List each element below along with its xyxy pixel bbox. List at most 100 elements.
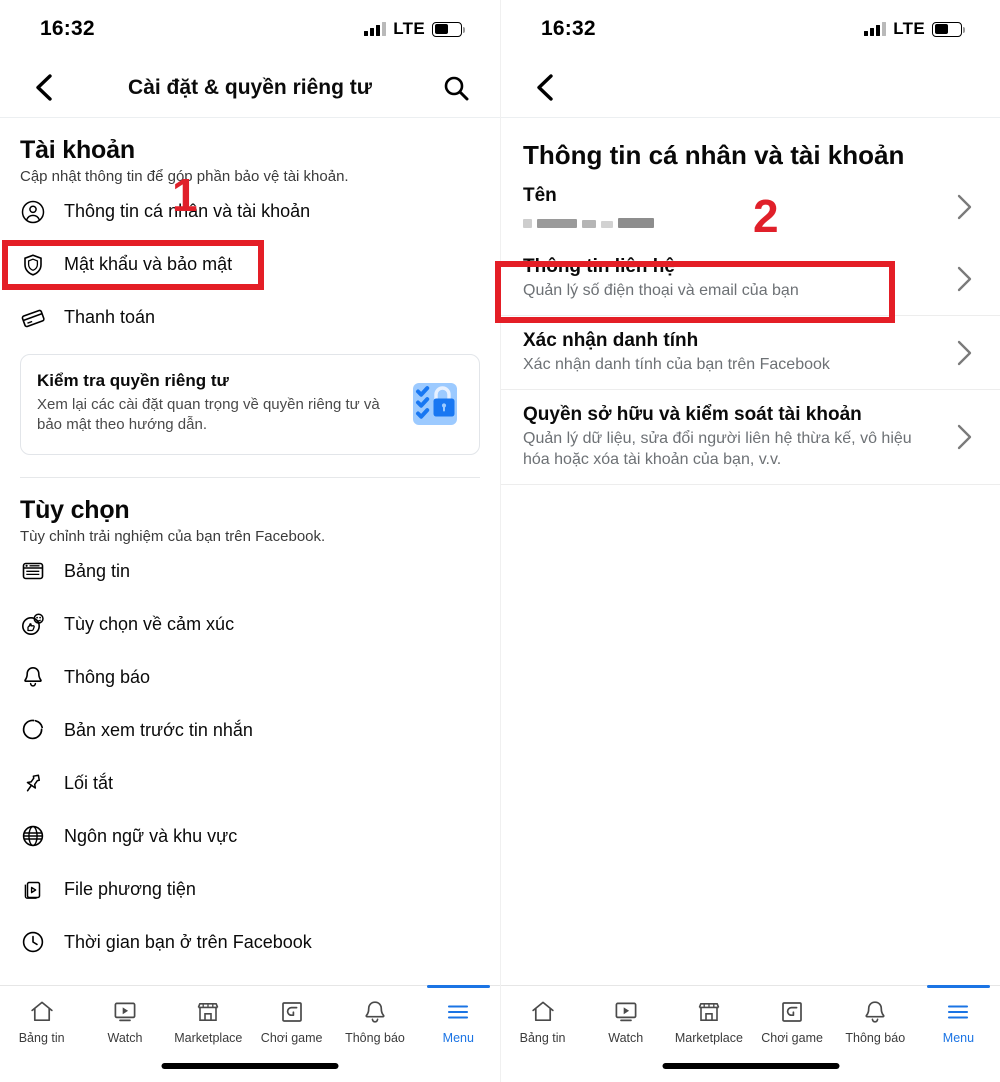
message-preview-icon xyxy=(20,717,46,743)
bell-icon xyxy=(20,664,46,690)
tab-label: Thông báo xyxy=(845,1031,906,1045)
battery-icon xyxy=(932,21,965,37)
menu-item-personal-info[interactable]: Thông tin cá nhân và tài khoản xyxy=(0,185,500,238)
tab-label: Menu xyxy=(942,1031,975,1045)
tab-label: Bảng tin xyxy=(18,1031,65,1045)
row-text: Quyền sở hữu và kiểm soát tài khoản Quản… xyxy=(523,404,952,470)
hamburger-menu-icon xyxy=(445,998,471,1025)
preferences-section-subtitle: Tùy chỉnh trải nghiệm của bạn trên Faceb… xyxy=(20,527,326,545)
tab-label: Watch xyxy=(107,1031,143,1045)
status-indicators: LTE xyxy=(864,19,965,39)
left-navbar: Cài đặt & quyền riêng tư xyxy=(0,58,500,118)
bottom-tabbar-right: Bảng tin Watch Marketplace Chơi game Thô… xyxy=(501,985,1000,1082)
pin-icon xyxy=(20,770,46,796)
row-name[interactable]: Tên xyxy=(501,171,1000,242)
back-button[interactable] xyxy=(28,73,58,103)
left-content: Tài khoản Cập nhật thông tin để góp phần… xyxy=(0,118,500,969)
menu-item-label: Tùy chọn về cảm xúc xyxy=(64,613,235,634)
signal-strength-icon xyxy=(364,22,387,36)
tab-gaming[interactable]: Chơi game xyxy=(250,998,333,1045)
network-type-label: LTE xyxy=(893,19,925,38)
privacy-checkup-card[interactable]: Kiểm tra quyền riêng tư Xem lại các cài … xyxy=(20,354,480,455)
tab-notifications[interactable]: Thông báo xyxy=(333,998,416,1045)
account-section-subtitle: Cập nhật thông tin để góp phần bảo vệ tà… xyxy=(20,168,349,185)
menu-item-reactions[interactable]: Tùy chọn về cảm xúc xyxy=(0,598,500,651)
chevron-right-icon xyxy=(952,266,978,292)
tab-label: Menu xyxy=(442,1031,474,1045)
preferences-section-title: Tùy chọn xyxy=(20,495,130,524)
gaming-icon xyxy=(779,998,805,1025)
home-indicator-bar xyxy=(662,1063,839,1069)
tab-watch[interactable]: Watch xyxy=(83,998,166,1045)
row-identity-confirmation[interactable]: Xác nhận danh tính Xác nhận danh tính củ… xyxy=(501,316,1000,391)
news-feed-icon xyxy=(20,558,46,584)
home-icon xyxy=(29,998,55,1025)
tab-news-feed[interactable]: Bảng tin xyxy=(501,998,584,1045)
tab-marketplace[interactable]: Marketplace xyxy=(167,998,250,1045)
menu-item-media-files[interactable]: File phương tiện xyxy=(0,863,500,916)
row-account-ownership[interactable]: Quyền sở hữu và kiểm soát tài khoản Quản… xyxy=(501,390,1000,486)
tab-menu[interactable]: Menu xyxy=(917,985,1000,1045)
home-indicator-bar xyxy=(161,1063,339,1069)
row-contact-info[interactable]: Thông tin liên hệ Quản lý số điện thoại … xyxy=(501,242,1000,317)
signal-strength-icon xyxy=(864,22,887,36)
gaming-icon xyxy=(279,998,305,1025)
tab-marketplace[interactable]: Marketplace xyxy=(667,998,750,1045)
row-title: Thông tin liên hệ xyxy=(523,256,675,277)
privacy-checkup-description: Xem lại các cài đặt quan trọng về quyền … xyxy=(37,396,380,434)
back-button[interactable] xyxy=(529,73,559,103)
credit-card-icon xyxy=(20,305,46,331)
status-bar-left: 16:32 LTE xyxy=(0,0,500,58)
clock-icon xyxy=(20,929,46,955)
row-title: Xác nhận danh tính xyxy=(523,330,699,352)
status-indicators: LTE xyxy=(364,19,465,39)
chevron-right-icon xyxy=(952,340,978,366)
globe-icon xyxy=(20,823,46,849)
store-icon xyxy=(696,998,722,1025)
status-bar-right: 16:32 LTE xyxy=(501,0,1000,58)
bell-icon xyxy=(862,998,888,1025)
tab-notifications[interactable]: Thông báo xyxy=(834,998,917,1045)
store-icon xyxy=(195,998,221,1025)
annotation-number-1: 1 xyxy=(172,169,198,221)
menu-item-notifications[interactable]: Thông báo xyxy=(0,651,500,704)
annotation-number-2: 2 xyxy=(753,190,779,242)
row-title: Tên xyxy=(523,185,557,206)
status-time: 16:32 xyxy=(40,17,95,40)
row-text: Xác nhận danh tính Xác nhận danh tính củ… xyxy=(523,330,952,375)
tab-news-feed[interactable]: Bảng tin xyxy=(0,998,83,1045)
shield-icon xyxy=(20,252,46,278)
menu-item-label: Bản xem trước tin nhắn xyxy=(64,719,253,740)
tab-menu[interactable]: Menu xyxy=(417,985,500,1045)
right-content: Thông tin cá nhân và tài khoản Tên Thông… xyxy=(501,118,1000,486)
menu-item-label: File phương tiện xyxy=(64,878,196,899)
tab-label: Marketplace xyxy=(174,1031,243,1045)
menu-item-message-preview[interactable]: Bản xem trước tin nhắn xyxy=(0,704,500,757)
active-tab-indicator xyxy=(926,985,991,988)
menu-item-news-feed[interactable]: Bảng tin xyxy=(0,545,500,598)
right-navbar xyxy=(501,58,1000,118)
tab-label: Chơi game xyxy=(761,1031,823,1045)
tab-watch[interactable]: Watch xyxy=(584,998,667,1045)
page-title: Cài đặt & quyền riêng tư xyxy=(128,75,372,99)
tab-gaming[interactable]: Chơi game xyxy=(751,998,834,1045)
menu-item-label: Ngôn ngữ và khu vực xyxy=(64,825,238,846)
person-circle-icon xyxy=(20,199,46,225)
bottom-tabbar-left: Bảng tin Watch Marketplace Chơi game Thô… xyxy=(0,985,500,1082)
menu-item-time-on-facebook[interactable]: Thời gian bạn ở trên Facebook xyxy=(0,916,500,969)
chevron-right-icon xyxy=(952,194,978,220)
menu-item-label: Lối tắt xyxy=(64,772,114,793)
reactions-icon xyxy=(20,611,46,637)
menu-item-label: Mật khẩu và bảo mật xyxy=(64,254,233,274)
menu-item-payments[interactable]: Thanh toán xyxy=(0,291,500,344)
search-icon[interactable] xyxy=(440,72,472,104)
menu-item-shortcuts[interactable]: Lối tắt xyxy=(0,757,500,810)
left-phone-screen: 16:32 LTE Cài đặt & quyền riêng tư Tài k… xyxy=(0,0,500,1082)
account-section-title: Tài khoản xyxy=(20,136,135,164)
menu-item-language-region[interactable]: Ngôn ngữ và khu vực xyxy=(0,810,500,863)
menu-item-password-security[interactable]: Mật khẩu và bảo mật xyxy=(0,238,500,291)
tab-label: Bảng tin xyxy=(519,1031,566,1045)
right-phone-screen: 16:32 LTE Thông tin cá nhân và tài khoản… xyxy=(495,0,1000,1082)
row-text: Tên xyxy=(523,185,952,228)
row-title: Quyền sở hữu và kiểm soát tài khoản xyxy=(523,404,862,426)
